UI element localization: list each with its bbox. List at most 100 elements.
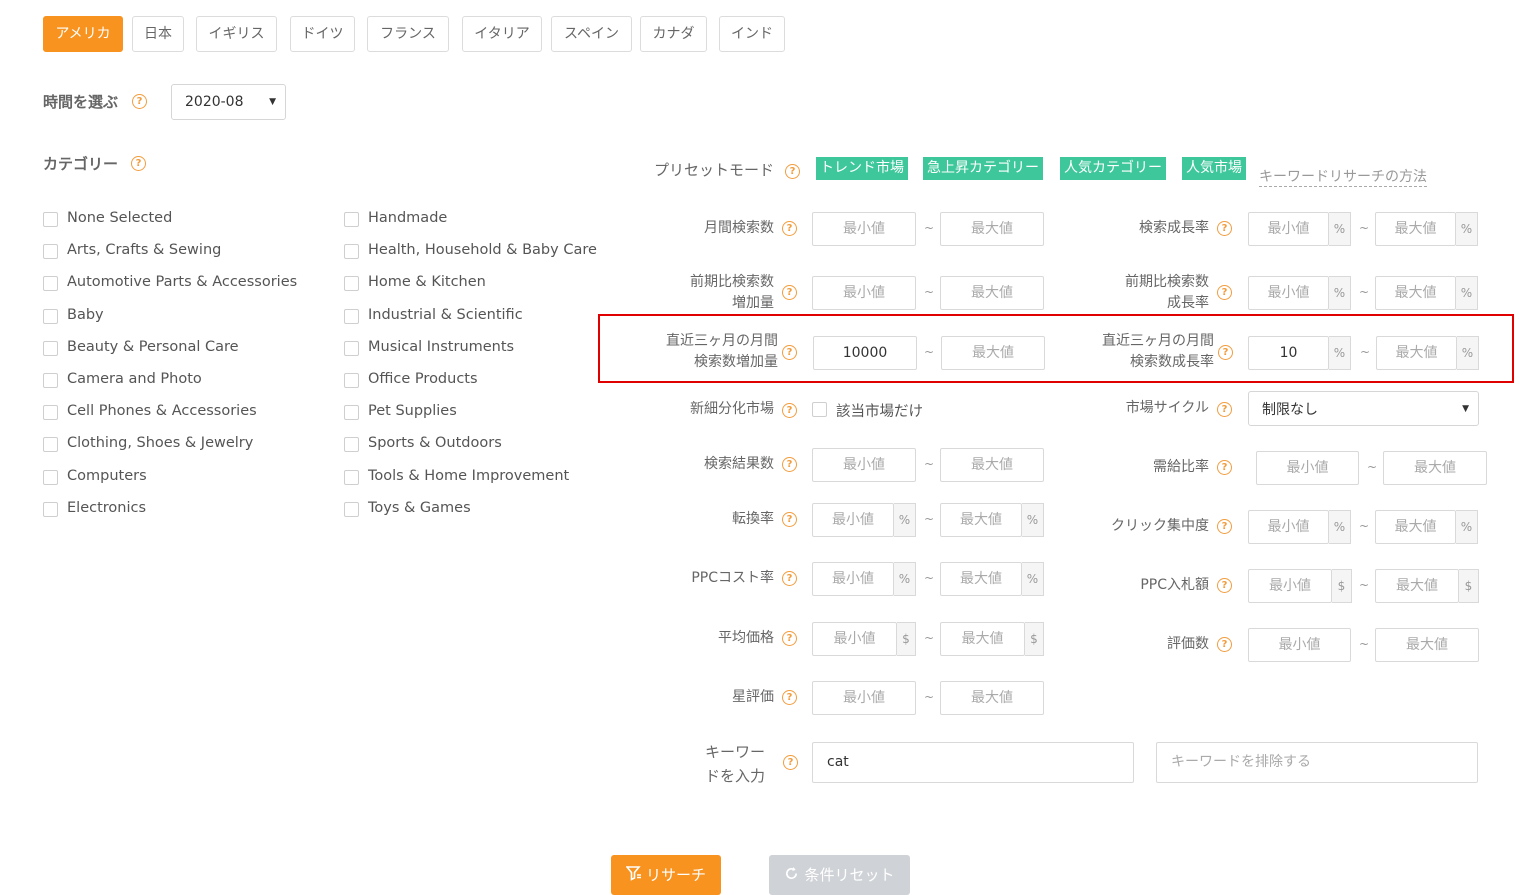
help-icon[interactable]: ?: [782, 403, 797, 418]
avg-price-max[interactable]: 最大値: [940, 622, 1025, 656]
help-icon[interactable]: ?: [1218, 345, 1233, 360]
prev-increase-min[interactable]: 最小値: [812, 276, 916, 310]
reset-button[interactable]: 条件リセット: [769, 855, 910, 895]
checkbox[interactable]: [43, 212, 58, 227]
help-icon[interactable]: ?: [782, 345, 797, 360]
supply-ratio-min[interactable]: 最小値: [1256, 451, 1359, 485]
percent-addon: %: [1022, 503, 1044, 537]
help-icon[interactable]: ?: [785, 164, 800, 179]
keyword-input[interactable]: cat: [812, 742, 1134, 783]
recent-increase-label: 直近三ヶ月の月間 検索数増加量: [666, 331, 778, 373]
checkbox[interactable]: [43, 276, 58, 291]
reviews-max[interactable]: 最大値: [1375, 628, 1479, 662]
search-growth-min[interactable]: 最小値: [1248, 212, 1329, 246]
ppc-bid-min[interactable]: 最小値: [1248, 569, 1332, 603]
results-max[interactable]: 最大値: [940, 448, 1044, 482]
help-icon[interactable]: ?: [1217, 578, 1232, 593]
recent-increase-min[interactable]: 10000: [813, 336, 917, 370]
help-icon[interactable]: ?: [782, 571, 797, 586]
checkbox[interactable]: [43, 405, 58, 420]
tab-japan[interactable]: 日本: [132, 16, 184, 52]
recent-growth-min[interactable]: 10: [1248, 336, 1329, 370]
avg-price-min[interactable]: 最小値: [812, 622, 897, 656]
preset-tag-popular-market[interactable]: 人気市場: [1182, 157, 1246, 180]
conversion-max[interactable]: 最大値: [940, 503, 1022, 537]
help-icon[interactable]: ?: [1217, 460, 1232, 475]
prev-growth-max[interactable]: 最大値: [1375, 276, 1456, 310]
preset-tag-rising[interactable]: 急上昇カテゴリー: [923, 157, 1043, 180]
new-segment-label: 新細分化市場: [690, 401, 774, 417]
ppc-cost-min[interactable]: 最小値: [812, 562, 894, 596]
checkbox[interactable]: [43, 470, 58, 485]
help-icon[interactable]: ?: [1217, 519, 1232, 534]
recent-increase-max[interactable]: 最大値: [941, 336, 1045, 370]
checkbox[interactable]: [344, 405, 359, 420]
tab-france[interactable]: フランス: [367, 16, 449, 52]
stars-min[interactable]: 最小値: [812, 681, 916, 715]
checkbox[interactable]: [344, 502, 359, 517]
monthly-search-label: 月間検索数: [704, 220, 774, 236]
search-growth-max[interactable]: 最大値: [1375, 212, 1456, 246]
tab-america[interactable]: アメリカ: [43, 16, 123, 52]
time-select[interactable]: 2020-08 ▼: [171, 84, 286, 120]
checkbox[interactable]: [344, 309, 359, 324]
help-icon[interactable]: ?: [1217, 402, 1232, 417]
checkbox[interactable]: [344, 437, 359, 452]
click-concentration-min[interactable]: 最小値: [1248, 510, 1329, 544]
conversion-min[interactable]: 最小値: [812, 503, 894, 537]
range-tilde: ~: [924, 631, 935, 645]
help-icon[interactable]: ?: [782, 457, 797, 472]
help-icon[interactable]: ?: [1217, 637, 1232, 652]
tab-canada[interactable]: カナダ: [640, 16, 707, 52]
tab-spain[interactable]: スペイン: [551, 16, 632, 52]
ppc-cost-max[interactable]: 最大値: [940, 562, 1022, 596]
checkbox[interactable]: [344, 276, 359, 291]
checkbox[interactable]: [344, 341, 359, 356]
preset-tag-trend[interactable]: トレンド市場: [816, 157, 908, 180]
stars-max[interactable]: 最大値: [940, 681, 1044, 715]
checkbox[interactable]: [812, 402, 827, 417]
checkbox[interactable]: [344, 470, 359, 485]
tab-germany[interactable]: ドイツ: [290, 16, 355, 52]
checkbox[interactable]: [43, 373, 58, 388]
checkbox[interactable]: [43, 309, 58, 324]
recent-increase-line1: 直近三ヶ月の月間: [666, 333, 778, 349]
tab-india[interactable]: インド: [719, 16, 785, 52]
prev-growth-min[interactable]: 最小値: [1248, 276, 1329, 310]
help-icon[interactable]: ?: [1217, 221, 1232, 236]
preset-tag-popular-category[interactable]: 人気カテゴリー: [1060, 157, 1166, 180]
keyword-research-link[interactable]: キーワードリサーチの方法: [1259, 166, 1427, 187]
exclude-keyword-input[interactable]: キーワードを排除する: [1156, 742, 1478, 783]
ppc-bid-label: PPC入札額: [1140, 577, 1209, 593]
recent-growth-max[interactable]: 最大値: [1376, 336, 1457, 370]
help-icon[interactable]: ?: [782, 690, 797, 705]
tab-uk[interactable]: イギリス: [196, 16, 277, 52]
reviews-min[interactable]: 最小値: [1248, 628, 1351, 662]
help-icon[interactable]: ?: [1217, 285, 1232, 300]
help-icon[interactable]: ?: [783, 755, 798, 770]
checkbox[interactable]: [344, 244, 359, 259]
checkbox[interactable]: [344, 212, 359, 227]
help-icon[interactable]: ?: [132, 94, 147, 109]
checkbox[interactable]: [43, 437, 58, 452]
supply-ratio-max[interactable]: 最大値: [1383, 451, 1487, 485]
ppc-bid-max[interactable]: 最大値: [1375, 569, 1459, 603]
checkbox[interactable]: [344, 373, 359, 388]
tab-italy[interactable]: イタリア: [462, 16, 542, 52]
research-button[interactable]: リサーチ: [611, 855, 721, 895]
help-icon[interactable]: ?: [131, 156, 146, 171]
checkbox[interactable]: [43, 502, 58, 517]
checkbox[interactable]: [43, 244, 58, 259]
help-icon[interactable]: ?: [782, 285, 797, 300]
click-concentration-max[interactable]: 最大値: [1375, 510, 1456, 544]
prev-increase-max[interactable]: 最大値: [940, 276, 1044, 310]
checkbox[interactable]: [43, 341, 58, 356]
percent-addon: %: [1329, 336, 1351, 370]
monthly-search-min[interactable]: 最小値: [812, 212, 916, 246]
market-cycle-select[interactable]: 制限なし ▼: [1248, 391, 1479, 426]
help-icon[interactable]: ?: [782, 221, 797, 236]
help-icon[interactable]: ?: [782, 512, 797, 527]
results-min[interactable]: 最小値: [812, 448, 916, 482]
help-icon[interactable]: ?: [782, 631, 797, 646]
monthly-search-max[interactable]: 最大値: [940, 212, 1044, 246]
